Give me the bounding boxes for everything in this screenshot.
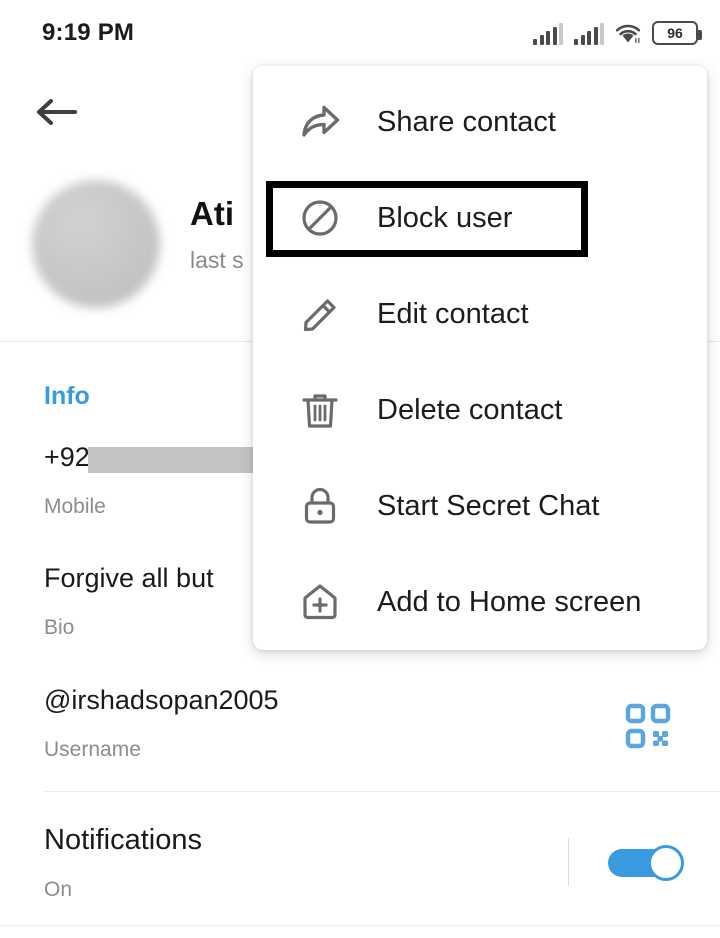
- share-icon: [297, 99, 343, 145]
- signal-bars-sim1-icon: [533, 23, 563, 45]
- bio-value: Forgive all but: [44, 563, 214, 593]
- phone-redaction-bar: [88, 447, 256, 473]
- menu-item-delete-contact[interactable]: Delete contact: [253, 362, 707, 458]
- avatar[interactable]: [32, 180, 160, 308]
- username-value: @irshadsopan2005: [44, 685, 279, 715]
- qr-code-button[interactable]: [624, 702, 672, 750]
- menu-item-label: Add to Home screen: [377, 585, 642, 618]
- phone-label: Mobile: [44, 495, 106, 518]
- menu-item-start-secret-chat[interactable]: Start Secret Chat: [253, 458, 707, 554]
- menu-item-block-user[interactable]: Block user: [253, 170, 707, 266]
- back-arrow-icon: [37, 99, 77, 125]
- qr-code-icon: [625, 703, 671, 749]
- back-button[interactable]: [36, 92, 78, 132]
- menu-item-share-contact[interactable]: Share contact: [253, 74, 707, 170]
- block-icon: [297, 195, 343, 241]
- phone-screen: 9:19 PM 96 Ati last s Info +92 Mobile Fo…: [0, 0, 720, 938]
- menu-item-edit-contact[interactable]: Edit contact: [253, 266, 707, 362]
- notifications-state: On: [44, 878, 73, 901]
- menu-item-label: Edit contact: [377, 297, 529, 330]
- profile-last-seen: last s: [190, 247, 244, 273]
- pencil-icon: [297, 291, 343, 337]
- wifi-icon: [615, 23, 641, 45]
- info-section-title: Info: [44, 382, 90, 410]
- bio-label: Bio: [44, 616, 75, 639]
- section-divider: [44, 791, 720, 792]
- context-menu: Share contact Block user Edit contact De…: [253, 66, 707, 650]
- menu-item-label: Start Secret Chat: [377, 489, 600, 522]
- signal-bars-sim2-icon: [574, 23, 604, 45]
- phone-number-value: +92: [44, 442, 90, 472]
- home-plus-icon: [297, 579, 343, 625]
- status-bar: 9:19 PM 96: [0, 0, 720, 66]
- trash-icon: [297, 387, 343, 433]
- menu-item-add-to-home-screen[interactable]: Add to Home screen: [253, 554, 707, 650]
- bottom-divider: [0, 925, 720, 926]
- username-label: Username: [44, 738, 141, 761]
- menu-item-label: Share contact: [377, 105, 556, 138]
- toggle-knob: [648, 845, 684, 881]
- status-time: 9:19 PM: [42, 19, 135, 46]
- status-icon-group: 96: [533, 21, 702, 45]
- notifications-title: Notifications: [44, 824, 202, 856]
- battery-icon: 96: [652, 21, 702, 45]
- lock-icon: [297, 483, 343, 529]
- page-title: Ati: [190, 195, 234, 232]
- notifications-toggle[interactable]: [608, 845, 684, 881]
- battery-level: 96: [667, 25, 683, 41]
- menu-item-label: Delete contact: [377, 393, 563, 426]
- menu-item-label: Block user: [377, 201, 513, 234]
- notifications-separator: [568, 838, 569, 886]
